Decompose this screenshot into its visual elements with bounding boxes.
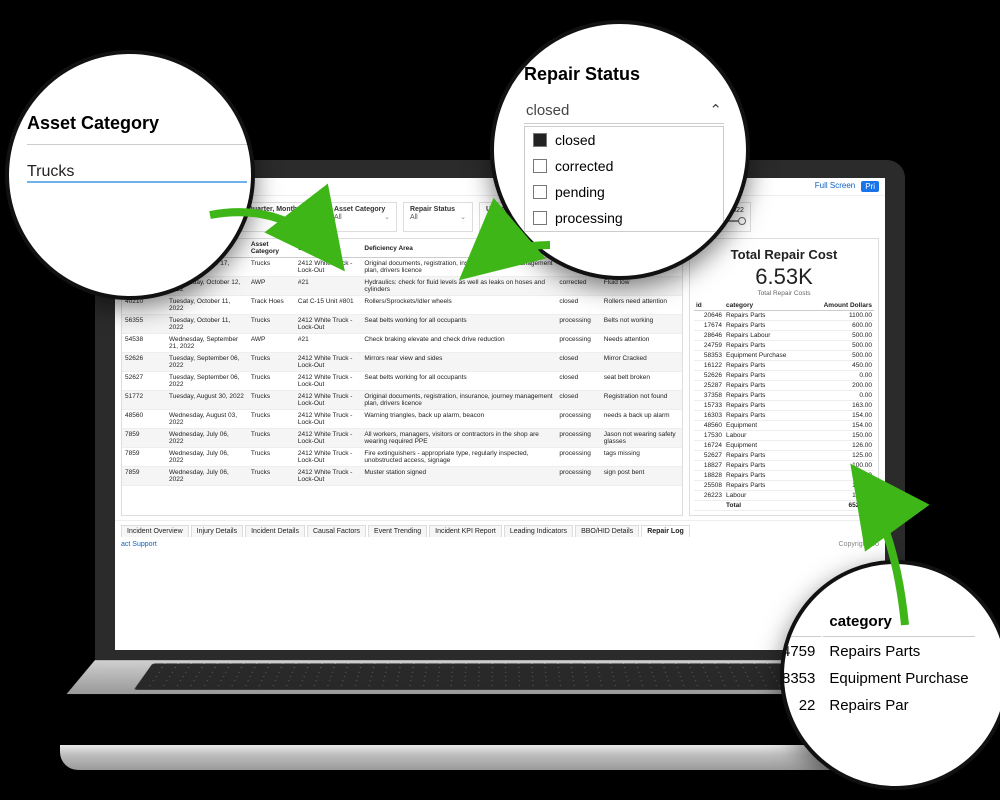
tab-incident-kpi-report[interactable]: Incident KPI Report — [429, 525, 502, 537]
checkbox-icon[interactable] — [533, 211, 547, 225]
table-row[interactable]: 56355Tuesday, October 11, 2022Trucks2412… — [122, 315, 682, 334]
checkbox-icon[interactable] — [533, 159, 547, 173]
bubble1-header: Asset Category — [27, 109, 247, 145]
table-row[interactable]: 37358Repairs Parts0.00 — [694, 391, 874, 401]
table-row[interactable]: 48560Wednesday, August 03, 2022Trucks241… — [122, 410, 682, 429]
table-row[interactable]: 48560Equipment154.00 — [694, 421, 874, 431]
table-row[interactable]: 7859Wednesday, July 06, 2022Trucks2412 W… — [122, 448, 682, 467]
status-option-pending[interactable]: pending — [525, 179, 723, 205]
magnifier-repair-status: Repair Status closed ⌃ closedcorrectedpe… — [490, 20, 750, 280]
bubble2-selected[interactable]: closed ⌃ — [524, 97, 724, 124]
table-row[interactable]: 57633Wednesday, October 12, 2022AWP#21Hy… — [122, 277, 682, 296]
table-row[interactable]: 16303Repairs Parts154.00 — [694, 411, 874, 421]
table-row: 4759Repairs Parts — [780, 639, 975, 664]
table-row: 22Repairs Par — [780, 693, 975, 718]
table-row[interactable]: 24759Repairs Parts500.00 — [694, 341, 874, 351]
table-row[interactable]: 52626Repairs Parts0.00 — [694, 371, 874, 381]
table-row[interactable]: 52626Tuesday, September 06, 2022Trucks24… — [122, 353, 682, 372]
table-row[interactable]: 40210Tuesday, October 11, 2022Track Hoes… — [122, 296, 682, 315]
tab-event-trending[interactable]: Event Trending — [368, 525, 427, 537]
col-asset: Asset Category — [248, 239, 295, 258]
table-row[interactable]: 15733Repairs Parts163.00 — [694, 401, 874, 411]
table-row[interactable]: 18827Repairs Parts100.00 — [694, 461, 874, 471]
status-option-closed[interactable]: closed — [525, 127, 723, 153]
table-row[interactable]: 25287Repairs Parts200.00 — [694, 381, 874, 391]
table-row: 8353Equipment Purchase — [780, 666, 975, 691]
chevron-down-icon: ⌄ — [384, 213, 390, 221]
table-row[interactable]: 51772Tuesday, August 30, 2022Trucks2412 … — [122, 391, 682, 410]
tab-repair-log[interactable]: Repair Log — [641, 525, 690, 537]
cost-subtitle: Total Repair Costs — [694, 290, 874, 297]
table-row[interactable]: 7859Wednesday, July 06, 2022Trucks2412 W… — [122, 429, 682, 448]
table-row[interactable]: 7859Wednesday, July 06, 2022Trucks2412 W… — [122, 467, 682, 486]
magnifier-cost-category: category 4759Repairs Parts8353Equipment … — [780, 560, 1000, 790]
bubble1-value: Trucks — [27, 145, 247, 183]
table-row[interactable]: 16724Equipment126.00 — [694, 441, 874, 451]
copyright-text: Copyright So — [839, 541, 879, 548]
table-row[interactable]: 20646Repairs Parts1100.00 — [694, 311, 874, 321]
table-row[interactable]: 52627Tuesday, September 06, 2022Trucks24… — [122, 372, 682, 391]
cost-title: Total Repair Cost — [694, 247, 874, 262]
support-link[interactable]: act Support — [121, 541, 157, 548]
col-unit: Unit # — [295, 239, 361, 258]
filter-asset-category[interactable]: Asset Category All⌄ — [327, 202, 397, 232]
table-row[interactable]: 17530Labour150.00 — [694, 431, 874, 441]
chevron-up-icon: ⌃ — [709, 101, 722, 119]
chevron-down-icon: ⌄ — [460, 213, 466, 221]
table-row[interactable]: 18828Repairs Parts100.00 — [694, 471, 874, 481]
magnifier-asset-category: Asset Category Trucks — [5, 50, 255, 300]
table-row[interactable]: 28646Repairs Labour500.00 — [694, 331, 874, 341]
report-tabs: Incident OverviewInjury DetailsIncident … — [115, 520, 885, 539]
table-row[interactable]: 54538Wednesday, September 21, 2022AWP#21… — [122, 334, 682, 353]
main-columns: Inspection ID Date Asset Category Unit #… — [115, 238, 885, 516]
table-row[interactable]: 17674Repairs Parts600.00 — [694, 321, 874, 331]
footer: act Support Copyright So — [115, 539, 885, 550]
checkbox-icon[interactable] — [533, 185, 547, 199]
status-option-corrected[interactable]: corrected — [525, 153, 723, 179]
table-row[interactable]: 52627Repairs Parts125.00 — [694, 451, 874, 461]
status-option-processing[interactable]: processing — [525, 205, 723, 231]
table-row[interactable]: 25508Repairs Parts100.00 — [694, 481, 874, 491]
table-row[interactable]: 26223Labour100.00 — [694, 491, 874, 501]
checkbox-icon[interactable] — [533, 133, 547, 147]
table-row[interactable]: 58353Equipment Purchase500.00 — [694, 351, 874, 361]
slider-knob-right[interactable] — [738, 217, 746, 225]
filter-repair-status[interactable]: Repair Status All⌄ — [403, 202, 473, 232]
chevron-down-icon: ⌄ — [308, 213, 314, 221]
bubble2-header: Repair Status — [524, 64, 724, 85]
tab-incident-details[interactable]: Incident Details — [245, 525, 305, 537]
tab-incident-overview[interactable]: Incident Overview — [121, 525, 189, 537]
total-repair-cost-panel: Total Repair Cost 6.53K Total Repair Cos… — [689, 238, 879, 516]
fullscreen-link[interactable]: Full Screen — [815, 181, 855, 192]
cost-value: 6.53K — [694, 264, 874, 290]
tab-injury-details[interactable]: Injury Details — [191, 525, 243, 537]
repair-log-table: Inspection ID Date Asset Category Unit #… — [121, 238, 683, 516]
keyboard-keys — [134, 663, 866, 689]
tab-bbo-hid-details[interactable]: BBO/HID Details — [575, 525, 639, 537]
table-row[interactable]: 16122Repairs Parts450.00 — [694, 361, 874, 371]
tab-causal-factors[interactable]: Causal Factors — [307, 525, 366, 537]
tab-leading-indicators[interactable]: Leading Indicators — [504, 525, 573, 537]
print-button[interactable]: Pri — [861, 181, 879, 192]
